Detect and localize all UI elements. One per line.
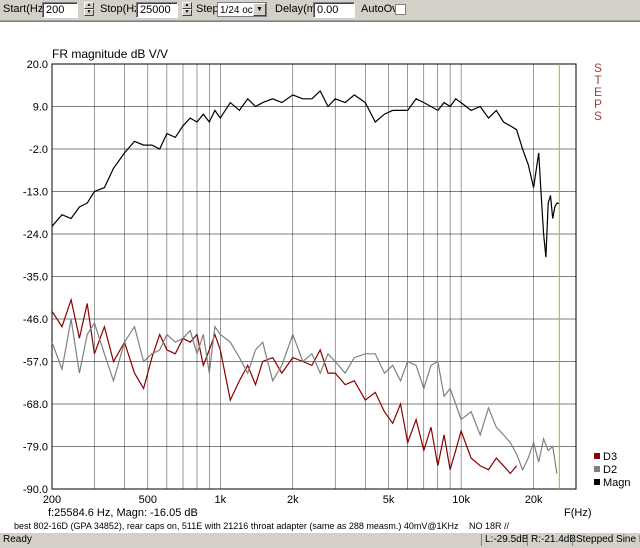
x-tick-label: 1k: [214, 494, 226, 506]
side-letter: S: [594, 109, 602, 123]
chart-title: FR magnitude dB V/V: [52, 47, 168, 61]
start-label: Start(Hz): [3, 3, 47, 15]
toolbar: Start(Hz) 200 ▲ ▼ Stop(Hz) 25000 ▲ ▼ Step …: [0, 0, 640, 21]
step-select[interactable]: 1/24 oct. ▼: [217, 2, 267, 17]
steps-side-label: STEPS: [594, 61, 602, 123]
step-label: Step: [196, 3, 219, 15]
stop-hz-spinner[interactable]: ▲ ▼: [182, 2, 192, 18]
status-right-level: R:-21.4dB: [527, 534, 576, 546]
note-right: NO 18R //: [469, 521, 510, 531]
y-tick-labels: 20.0 9.0 -2.0 -13.0 -24.0 -35.0 -46.0 -57.0 -68.…: [23, 59, 48, 496]
legend-swatch: [594, 466, 600, 472]
plot-area: 20.0 9.0 -2.0 -13.0 -24.0 -35.0 -46.0 -57.0 -68.…: [0, 21, 640, 522]
autoovr-checkbox[interactable]: [395, 4, 406, 15]
legend-label: D3: [603, 451, 617, 463]
legend-label: D2: [603, 464, 617, 476]
fr-chart[interactable]: 20.0 9.0 -2.0 -13.0 -24.0 -35.0 -46.0 -57.0 -68.…: [0, 22, 640, 522]
x-tick-label: 200: [43, 494, 61, 506]
delay-ms-field[interactable]: 0.00: [313, 2, 355, 18]
y-tick-label: -35.0: [23, 272, 48, 284]
x-tick-label: 2k: [287, 494, 299, 506]
stop-hz-field[interactable]: 25000: [136, 2, 178, 18]
y-tick-label: -2.0: [29, 144, 48, 156]
x-tick-label: 500: [139, 494, 157, 506]
status-mode: Stepped Sine Resp: [572, 534, 640, 546]
cursor-readout: f:25584.6 Hz, Magn: -16.05 dB: [48, 507, 198, 519]
y-tick-label: -79.0: [23, 442, 48, 454]
x-axis-label: F(Hz): [564, 507, 592, 519]
x-tick-label: 10k: [452, 494, 470, 506]
y-tick-label: -46.0: [23, 314, 48, 326]
start-hz-field[interactable]: 200: [42, 2, 78, 18]
status-left-level: L:-29.5dB: [481, 534, 528, 546]
legend-swatch: [594, 453, 600, 459]
legend-label: Magn: [603, 477, 631, 489]
grid: [51, 63, 577, 490]
y-tick-label: -68.0: [23, 399, 48, 411]
status-bar: Ready L:-29.5dB R:-21.4dB Stepped Sine R…: [0, 532, 640, 548]
start-hz-spinner[interactable]: ▲ ▼: [84, 2, 94, 18]
x-tick-label: 20k: [525, 494, 543, 506]
legend-swatch: [594, 479, 600, 485]
y-tick-label: 9.0: [33, 102, 48, 114]
y-tick-label: -57.0: [23, 357, 48, 369]
y-tick-label: -24.0: [23, 229, 48, 241]
y-tick-label: 20.0: [27, 59, 48, 71]
chevron-down-icon[interactable]: ▼: [253, 3, 266, 16]
status-ready: Ready: [3, 534, 32, 545]
note-bar: best 802-16D (GPA 34852), rear caps on, …: [0, 521, 640, 532]
legend: D3D2Magn: [594, 451, 631, 489]
y-tick-label: -13.0: [23, 187, 48, 199]
x-tick-label: 5k: [383, 494, 395, 506]
measurement-note: best 802-16D (GPA 34852), rear caps on, …: [14, 521, 459, 531]
x-tick-labels: 200 500 1k 2k 5k 10k 20k: [43, 494, 543, 506]
